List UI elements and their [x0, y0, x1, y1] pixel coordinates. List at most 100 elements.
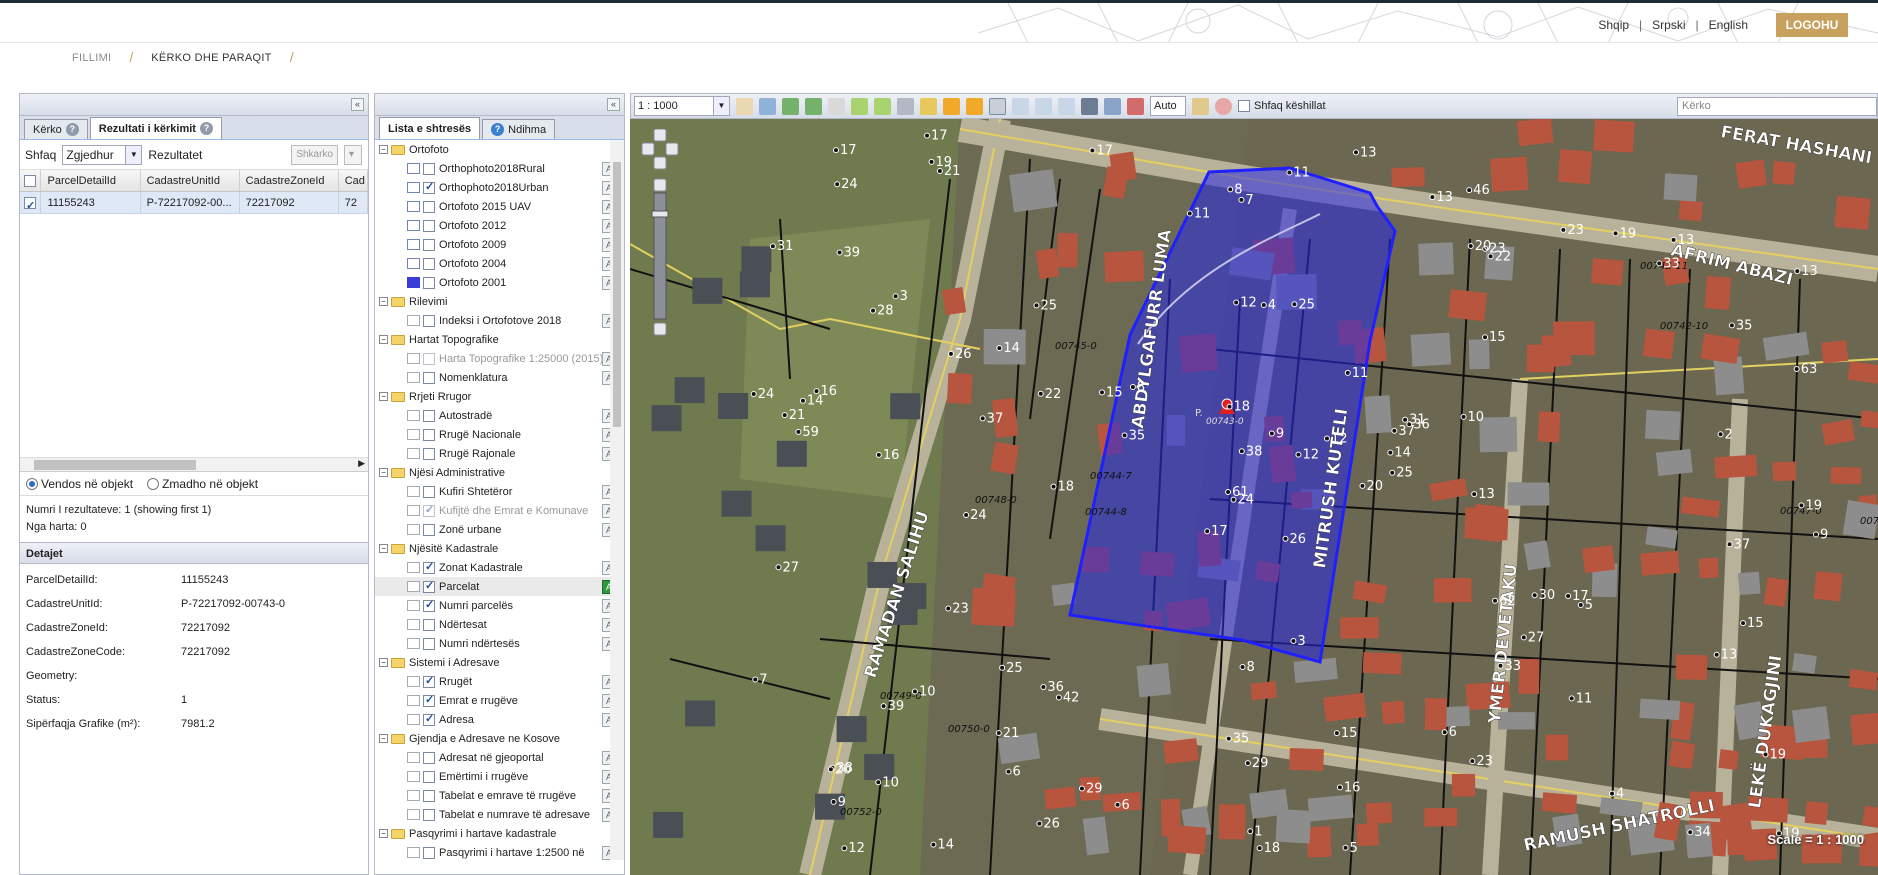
layer-item[interactable]: Emërtimi i rrugëve A [375, 767, 624, 786]
collapse-toggle-icon[interactable]: − [379, 145, 388, 154]
layer-item[interactable]: Harta Topografike 1:25000 (2015) A [375, 349, 624, 368]
scale-select[interactable]: 1 : 1000 ▼ [634, 96, 730, 116]
checkbox[interactable] [423, 352, 435, 365]
layer-item[interactable]: Rrugë Nacionale A [375, 425, 624, 444]
layer-item[interactable]: Emrat e rrugëveA [375, 691, 624, 710]
collapse-toggle-icon[interactable]: − [379, 392, 388, 401]
checkbox[interactable] [423, 751, 435, 764]
layer-item[interactable]: AdresaA [375, 710, 624, 729]
info-list-icon[interactable] [966, 97, 983, 115]
checkbox[interactable] [423, 447, 435, 460]
collapse-toggle-icon[interactable]: − [379, 297, 388, 306]
layer-item[interactable]: Zonat KadastraleA [375, 558, 624, 577]
radio-button[interactable] [26, 478, 38, 491]
layer-item[interactable]: Kufijtë dhe Emrat e KomunaveA [375, 501, 624, 520]
collapse-toggle-icon[interactable]: − [379, 335, 388, 344]
layer-group[interactable]: − Ortofoto [375, 140, 624, 159]
checkbox[interactable] [24, 195, 36, 213]
layer-group[interactable]: − Rilevimi [375, 292, 624, 311]
lang-srpski[interactable]: Srpski [1652, 18, 1685, 32]
checkbox[interactable] [423, 523, 435, 536]
layer-group[interactable]: − Rrjeti Rrugor [375, 387, 624, 406]
checkbox[interactable] [423, 618, 435, 631]
zoom-in-icon[interactable] [653, 178, 667, 192]
checkbox[interactable] [423, 712, 435, 726]
layer-item[interactable]: Autostradë A [375, 406, 624, 425]
scroll-thumb[interactable] [34, 460, 196, 470]
layer-group[interactable]: − Pasqyrimi i hartave kadastrale [375, 824, 624, 843]
tab-help[interactable]: ? Ndihma [482, 119, 556, 139]
radio-button[interactable] [147, 478, 160, 491]
collapse-toggle-icon[interactable]: − [379, 544, 388, 553]
checkbox[interactable] [423, 276, 435, 289]
collapse-toggle-icon[interactable]: − [379, 468, 388, 477]
draw-pen-icon[interactable] [1192, 97, 1209, 115]
lang-shqip[interactable]: Shqip [1598, 18, 1629, 32]
checkbox[interactable] [423, 674, 435, 688]
layer-item[interactable]: ParcelatA [375, 577, 624, 596]
layer-item[interactable]: Ndërtesat A [375, 615, 624, 634]
next-extent-icon[interactable] [874, 97, 891, 115]
pan-hand-icon[interactable] [736, 97, 753, 115]
checkbox[interactable] [423, 314, 435, 327]
select-all-checkbox[interactable] [20, 170, 42, 191]
measure-icon[interactable] [1081, 97, 1098, 115]
zoom-out-icon[interactable] [653, 322, 667, 336]
help-icon[interactable]: ? [199, 122, 213, 135]
layer-group[interactable]: − Sistemi i Adresave [375, 653, 624, 672]
checkbox[interactable] [423, 770, 435, 783]
checkbox[interactable] [423, 200, 435, 213]
map-view[interactable]: P. 00743-0 FERAT HASHANI AFRIM ABAZI ABD… [630, 119, 1878, 875]
zoom-slider-handle[interactable] [651, 210, 669, 218]
download-menu-icon[interactable]: ▾ [344, 144, 362, 165]
layer-item[interactable]: Orthophoto2018Rural A [375, 159, 624, 178]
layer-item[interactable]: Zonë urbane A [375, 520, 624, 539]
layer-item[interactable]: Orthophoto2018UrbanA [375, 178, 624, 197]
zoom-box-icon[interactable] [759, 97, 776, 115]
checkbox[interactable] [423, 409, 435, 422]
checkbox[interactable] [423, 808, 435, 821]
vertical-scrollbar[interactable] [610, 140, 624, 860]
export-icon[interactable] [920, 97, 937, 115]
breadcrumb-home[interactable]: FILLIMI [72, 52, 111, 65]
home-icon[interactable] [828, 97, 845, 115]
info-bubble-icon[interactable] [943, 97, 960, 115]
collapse-toggle-icon[interactable]: − [379, 734, 388, 743]
checkbox[interactable] [423, 257, 435, 270]
pan-left-icon[interactable] [641, 142, 655, 156]
layer-item[interactable]: Ortofoto 2001 A [375, 273, 624, 292]
column-header[interactable]: CadastreZoneId [240, 170, 339, 191]
layer-item[interactable]: Tabelat e emrave të rrugëve A [375, 786, 624, 805]
show-select[interactable]: Zgjedhur ▼ [62, 144, 143, 165]
collapse-toggle-icon[interactable]: − [379, 658, 388, 667]
cancel-draw-icon[interactable] [1215, 97, 1232, 115]
remove-measure-icon[interactable] [1127, 97, 1144, 115]
checkbox[interactable] [423, 180, 435, 194]
scroll-thumb[interactable] [613, 162, 621, 427]
checkbox[interactable] [1238, 100, 1250, 112]
collapse-left-icon[interactable]: « [351, 98, 364, 111]
layer-item[interactable]: Nomenklatura A [375, 368, 624, 387]
layer-group[interactable]: − Hartat Topografike [375, 330, 624, 349]
layer-item[interactable]: Tabelat e numrave të adresave A [375, 805, 624, 824]
zoom-extent-icon[interactable] [782, 97, 799, 115]
checkbox[interactable] [423, 637, 435, 650]
show-tips-toggle[interactable]: Shfaq këshillat [1238, 100, 1326, 112]
collapse-layers-icon[interactable]: « [607, 98, 620, 111]
coordinates-icon[interactable] [1104, 97, 1121, 115]
checkbox[interactable] [423, 428, 435, 441]
tab-search-results[interactable]: Rezultati i kërkimit ? [89, 117, 222, 139]
layer-group[interactable]: − Gjendja e Adresave ne Kosove [375, 729, 624, 748]
zoom-layer-icon[interactable] [805, 97, 822, 115]
collapse-toggle-icon[interactable]: − [379, 829, 388, 838]
checkbox[interactable] [423, 371, 435, 384]
tab-search[interactable]: Kërko ? [24, 119, 88, 139]
checkbox[interactable] [423, 162, 435, 175]
checkbox[interactable] [423, 238, 435, 251]
layer-item[interactable]: Numri parcelësA [375, 596, 624, 615]
layer-item[interactable]: RrugëtA [375, 672, 624, 691]
layer-item[interactable]: Ortofoto 2012 A [375, 216, 624, 235]
checkbox[interactable] [423, 485, 435, 498]
checkbox[interactable] [423, 598, 435, 612]
radio-place-object[interactable]: Vendos në objekt [26, 477, 133, 491]
